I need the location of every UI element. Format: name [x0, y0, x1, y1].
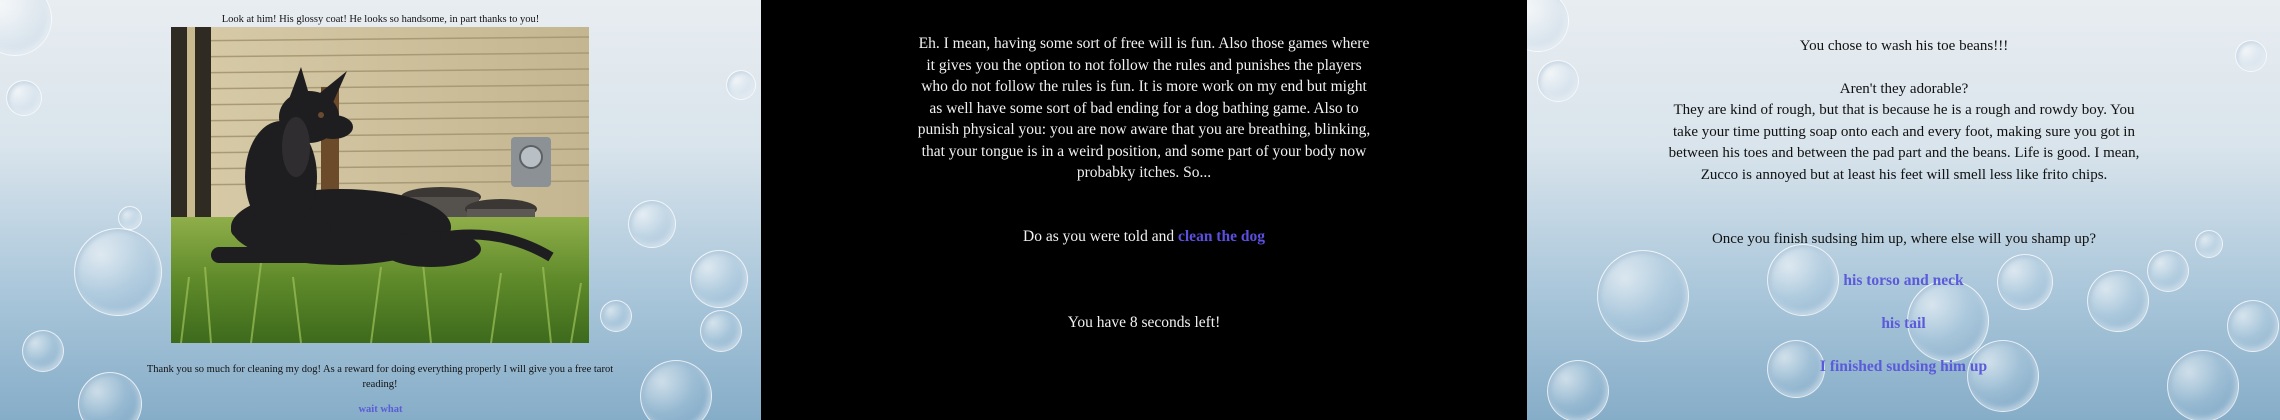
bubble-decoration: [2195, 230, 2223, 258]
screenshot-strip: Look at him! His glossy coat! He looks s…: [0, 0, 2280, 420]
bubble-decoration: [1967, 340, 2039, 412]
passage-paragraph: They are kind of rough, but that is beca…: [1668, 102, 2140, 183]
countdown-timer: You have 8 seconds left!: [1067, 314, 1221, 331]
clean-the-dog-link[interactable]: clean the dog: [1178, 228, 1265, 245]
dog-photo: [171, 27, 589, 343]
bubble-decoration: [74, 228, 162, 316]
reward-message: Thank you so much for cleaning my dog! A…: [146, 364, 614, 390]
passage-text: Eh. I mean, having some sort of free wil…: [917, 35, 1371, 181]
option-tail-link[interactable]: his tail: [1527, 315, 2280, 333]
passage-heading: You chose to wash his toe beans!!!: [1799, 38, 2009, 54]
photo-caption: Look at him! His glossy coat! He looks s…: [221, 14, 540, 25]
bubble-decoration: [2235, 40, 2267, 72]
bubble-decoration: [726, 70, 756, 100]
bubble-decoration: [118, 206, 142, 230]
passage-question: Once you finish sudsing him up, where el…: [1711, 231, 2097, 247]
bubble-decoration: [600, 300, 632, 332]
reward-passage-panel: Look at him! His glossy coat! He looks s…: [0, 0, 761, 420]
bubble-decoration: [0, 0, 52, 56]
passage-subheading: Aren't they adorable?: [1839, 81, 1969, 97]
bubble-decoration: [6, 80, 42, 116]
toe-beans-passage-panel: You chose to wash his toe beans!!! Aren'…: [1527, 0, 2280, 420]
bubble-decoration: [690, 250, 748, 308]
bubble-decoration: [628, 200, 676, 248]
choice-line: Do as you were told and clean the dog: [761, 228, 1527, 246]
bubble-decoration: [1527, 0, 1569, 52]
option-finished-link[interactable]: I finished sudsing him up: [1527, 358, 2280, 376]
wait-what-link[interactable]: wait what: [0, 404, 761, 415]
dog-photo-illustration: [171, 27, 589, 343]
bubble-decoration: [22, 330, 64, 372]
option-torso-neck-link[interactable]: his torso and neck: [1527, 272, 2280, 290]
choice-prefix: Do as you were told and: [1023, 228, 1178, 245]
bubble-decoration: [1537, 60, 1579, 102]
bad-ending-panel: Eh. I mean, having some sort of free wil…: [761, 0, 1527, 420]
bubble-decoration: [700, 310, 742, 352]
